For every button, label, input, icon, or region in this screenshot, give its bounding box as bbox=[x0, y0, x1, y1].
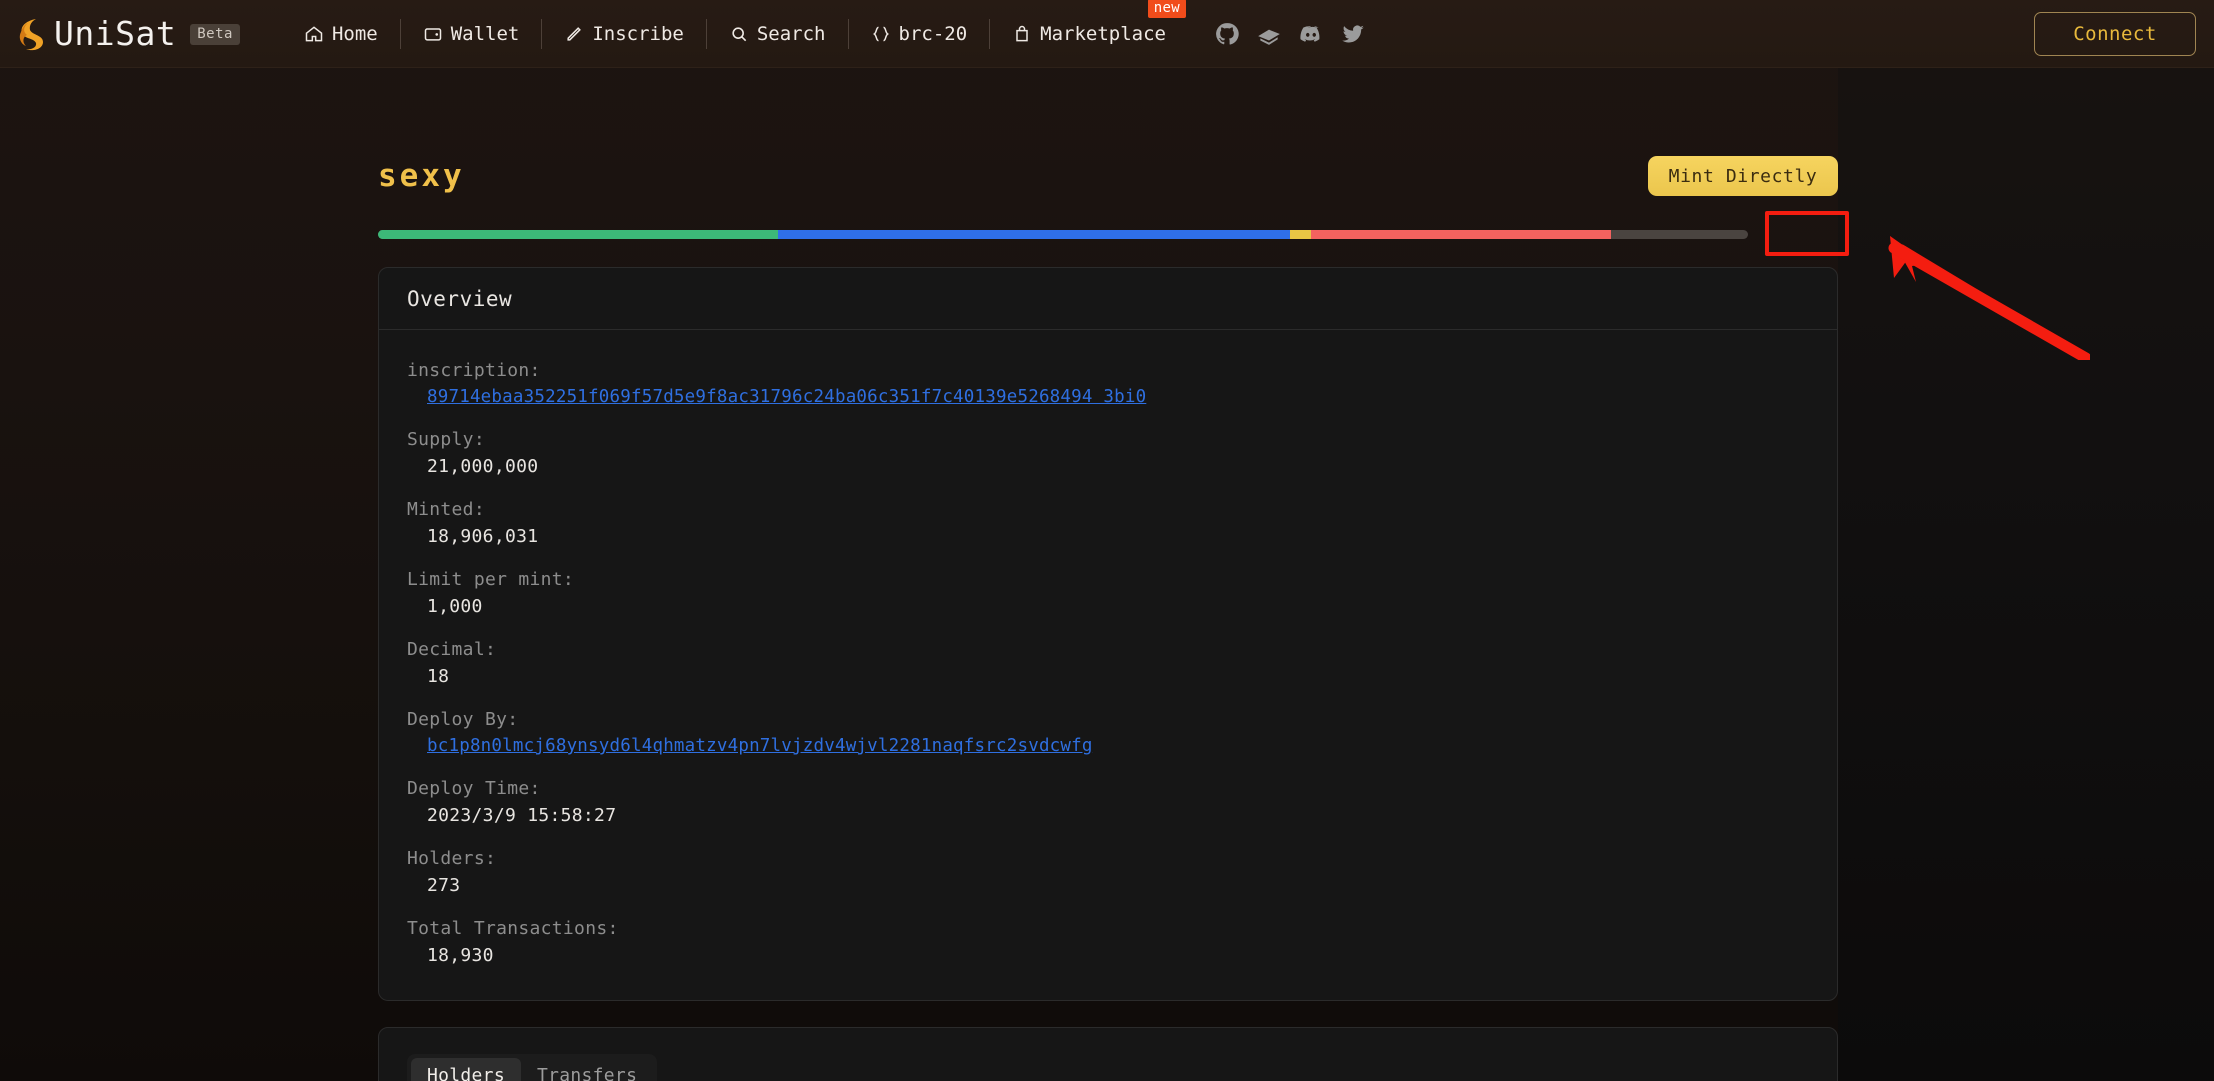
social-links bbox=[1214, 21, 1366, 47]
nav-label-search: Search bbox=[756, 22, 826, 45]
overview-field: Deploy Time: 2023/3/9 15:58:27 bbox=[407, 778, 1809, 826]
unisat-logo-icon bbox=[19, 18, 43, 50]
new-badge: new bbox=[1147, 0, 1186, 18]
overview-field-label: Holders: bbox=[407, 848, 497, 869]
main-nav: Home Wallet Inscribe Search brc-20 Marke… bbox=[282, 0, 1366, 55]
mint-directly-button[interactable]: Mint Directly bbox=[1648, 156, 1838, 196]
nav-item-wallet[interactable]: Wallet bbox=[401, 13, 542, 55]
nav-label-inscribe: Inscribe bbox=[592, 22, 684, 45]
overview-field-label: Deploy By: bbox=[407, 709, 519, 730]
overview-field-list: inscription: 89714ebaa352251f069f57d5e9f8… bbox=[379, 330, 1837, 1000]
page-title: sexy bbox=[378, 158, 465, 194]
overview-field-value: 21,000,000 bbox=[427, 456, 539, 477]
overview-field: inscription: 89714ebaa352251f069f57d5e9f8… bbox=[407, 360, 1809, 407]
nav-label-wallet: Wallet bbox=[450, 22, 520, 45]
tab-transfers[interactable]: Transfers bbox=[521, 1058, 653, 1081]
overview-field-label: inscription: bbox=[407, 360, 541, 381]
braces-icon bbox=[872, 26, 889, 41]
home-icon bbox=[305, 25, 323, 41]
overview-field-label: Limit per mint: bbox=[407, 569, 575, 590]
search-icon bbox=[732, 26, 747, 41]
overview-card: Overview inscription: 89714ebaa352251f069… bbox=[378, 267, 1838, 1001]
progress-segment-yellow bbox=[1290, 230, 1311, 239]
connect-button[interactable]: Connect bbox=[2034, 12, 2196, 56]
nav-label-marketplace: Marketplace bbox=[1040, 22, 1166, 45]
bag-icon bbox=[1016, 25, 1028, 41]
overview-field-link[interactable]: 89714ebaa352251f069f57d5e9f8ac31796c24ba… bbox=[407, 387, 1146, 407]
overview-field: Holders: 273 bbox=[407, 848, 1809, 896]
overview-field: Supply: 21,000,000 bbox=[407, 429, 1809, 477]
beta-badge: Beta bbox=[190, 24, 240, 45]
overview-field-label: Supply: bbox=[407, 429, 485, 450]
page-background-right bbox=[1838, 0, 2214, 1081]
nav-item-marketplace[interactable]: Marketplace new bbox=[990, 0, 1188, 55]
wallet-icon bbox=[424, 27, 441, 41]
overview-field-label: Minted: bbox=[407, 499, 485, 520]
pencil-icon bbox=[567, 26, 582, 41]
github-icon[interactable] bbox=[1214, 21, 1240, 47]
brand-name: UniSat bbox=[54, 14, 177, 53]
overview-field: Decimal: 18 bbox=[407, 639, 1809, 687]
progress-segment-red bbox=[1310, 230, 1612, 239]
overview-field-label: Deploy Time: bbox=[407, 778, 541, 799]
nav-item-search[interactable]: Search bbox=[707, 13, 848, 55]
discord-icon[interactable] bbox=[1298, 21, 1324, 47]
page-root: UniSat Beta Home Wallet Inscribe Search … bbox=[0, 0, 2214, 1081]
overview-field: Minted: 18,906,031 bbox=[407, 499, 1809, 547]
overview-field: Total Transactions: 18,930 bbox=[407, 918, 1809, 966]
overview-field-value: 18,906,031 bbox=[427, 526, 539, 547]
token-title-row: sexy Mint Directly bbox=[378, 156, 1838, 196]
mint-progress-bar bbox=[378, 230, 1748, 239]
page-content: sexy Mint Directly 90.03% Overview inscr… bbox=[378, 48, 1846, 1081]
brand-logo-link[interactable]: UniSat Beta bbox=[14, 14, 240, 53]
overview-field-value: 1,000 bbox=[427, 596, 483, 617]
overview-field-value: 18 bbox=[427, 666, 450, 687]
overview-field-link[interactable]: bc1p8n0lmcj68ynsyd6l4qhmatzv4pn7lvjzdv4w… bbox=[407, 736, 1093, 756]
mint-progress-row: 90.03% bbox=[378, 48, 1846, 239]
nav-item-home[interactable]: Home bbox=[282, 13, 400, 55]
book-icon[interactable] bbox=[1256, 21, 1282, 47]
holders-transfers-card: Holders Transfers bbox=[378, 1027, 1838, 1081]
overview-field-value: 2023/3/9 15:58:27 bbox=[427, 805, 617, 826]
twitter-icon[interactable] bbox=[1340, 21, 1366, 47]
overview-field-label: Total Transactions: bbox=[407, 918, 619, 939]
nav-item-brc20[interactable]: brc-20 bbox=[849, 13, 990, 55]
overview-field: Deploy By: bc1p8n0lmcj68ynsyd6l4qhmatzv4p… bbox=[407, 709, 1809, 756]
nav-item-inscribe[interactable]: Inscribe bbox=[542, 13, 706, 55]
overview-field-value: 273 bbox=[427, 875, 461, 896]
overview-card-title: Overview bbox=[379, 268, 1837, 330]
overview-field-value: 18,930 bbox=[427, 945, 494, 966]
overview-field-label: Decimal: bbox=[407, 639, 497, 660]
nav-label-home: Home bbox=[331, 22, 378, 45]
tab-group: Holders Transfers bbox=[407, 1054, 658, 1081]
tab-holders[interactable]: Holders bbox=[411, 1058, 521, 1081]
top-navigation-bar: UniSat Beta Home Wallet Inscribe Search … bbox=[0, 0, 2214, 68]
overview-field: Limit per mint: 1,000 bbox=[407, 569, 1809, 617]
nav-label-brc20: brc-20 bbox=[898, 22, 968, 45]
progress-segment-blue bbox=[778, 230, 1291, 239]
progress-segment-green bbox=[378, 230, 779, 239]
